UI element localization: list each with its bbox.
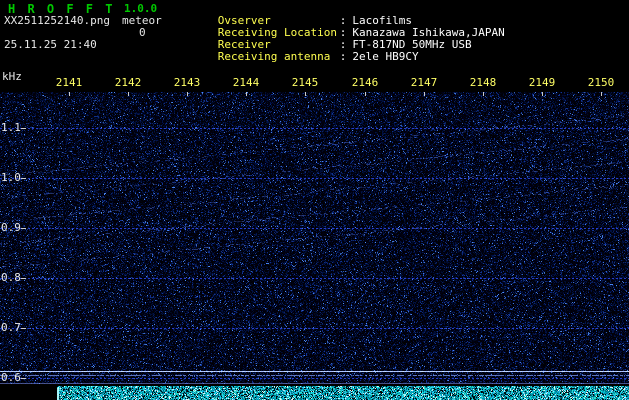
level-strip-canvas [0, 386, 629, 400]
timestamp: 25.11.25 21:40 [4, 38, 97, 51]
x-tick-label: 2142 [114, 76, 142, 89]
y-tick-label: 1.1 [1, 121, 21, 134]
spectrogram-panel: kHz 2141 2142 2143 2144 2145 2146 2147 2148 2149… [0, 66, 629, 400]
spectrogram-canvas [0, 92, 629, 384]
x-tick-label: 2147 [410, 76, 438, 89]
y-tick-label: 0.6 [1, 371, 21, 384]
y-tick-label: 0.9 [1, 221, 21, 234]
info-row-observer: Ovserver: Lacofilms [178, 3, 505, 27]
y-tick-label: 1.0 [1, 171, 21, 184]
x-tick-label: 2148 [469, 76, 497, 89]
filename: XX2511252140.png [4, 14, 110, 27]
info-value: 2ele HB9CY [352, 50, 419, 63]
info-separator: : [339, 50, 347, 63]
station-info: Ovserver: Lacofilms Receiving Location: Ka… [178, 3, 505, 63]
y-axis-unit-label: kHz [2, 70, 22, 83]
info-label: Receiving antenna [217, 50, 331, 63]
x-tick-label: 2145 [291, 76, 319, 89]
y-tick-label: 0.7 [1, 321, 21, 334]
x-tick-label: 2141 [55, 76, 83, 89]
x-tick-label: 2149 [528, 76, 556, 89]
hrofft-window: H R O F F T 1.0.0 XX2511252140.png meteo… [0, 0, 629, 400]
x-tick-label: 2144 [232, 76, 260, 89]
y-tick-label: 0.8 [1, 271, 21, 284]
meteor-count: 0 [139, 26, 146, 39]
x-tick-label: 2143 [173, 76, 201, 89]
x-tick-label: 2146 [351, 76, 379, 89]
x-tick-label: 2150 [587, 76, 615, 89]
